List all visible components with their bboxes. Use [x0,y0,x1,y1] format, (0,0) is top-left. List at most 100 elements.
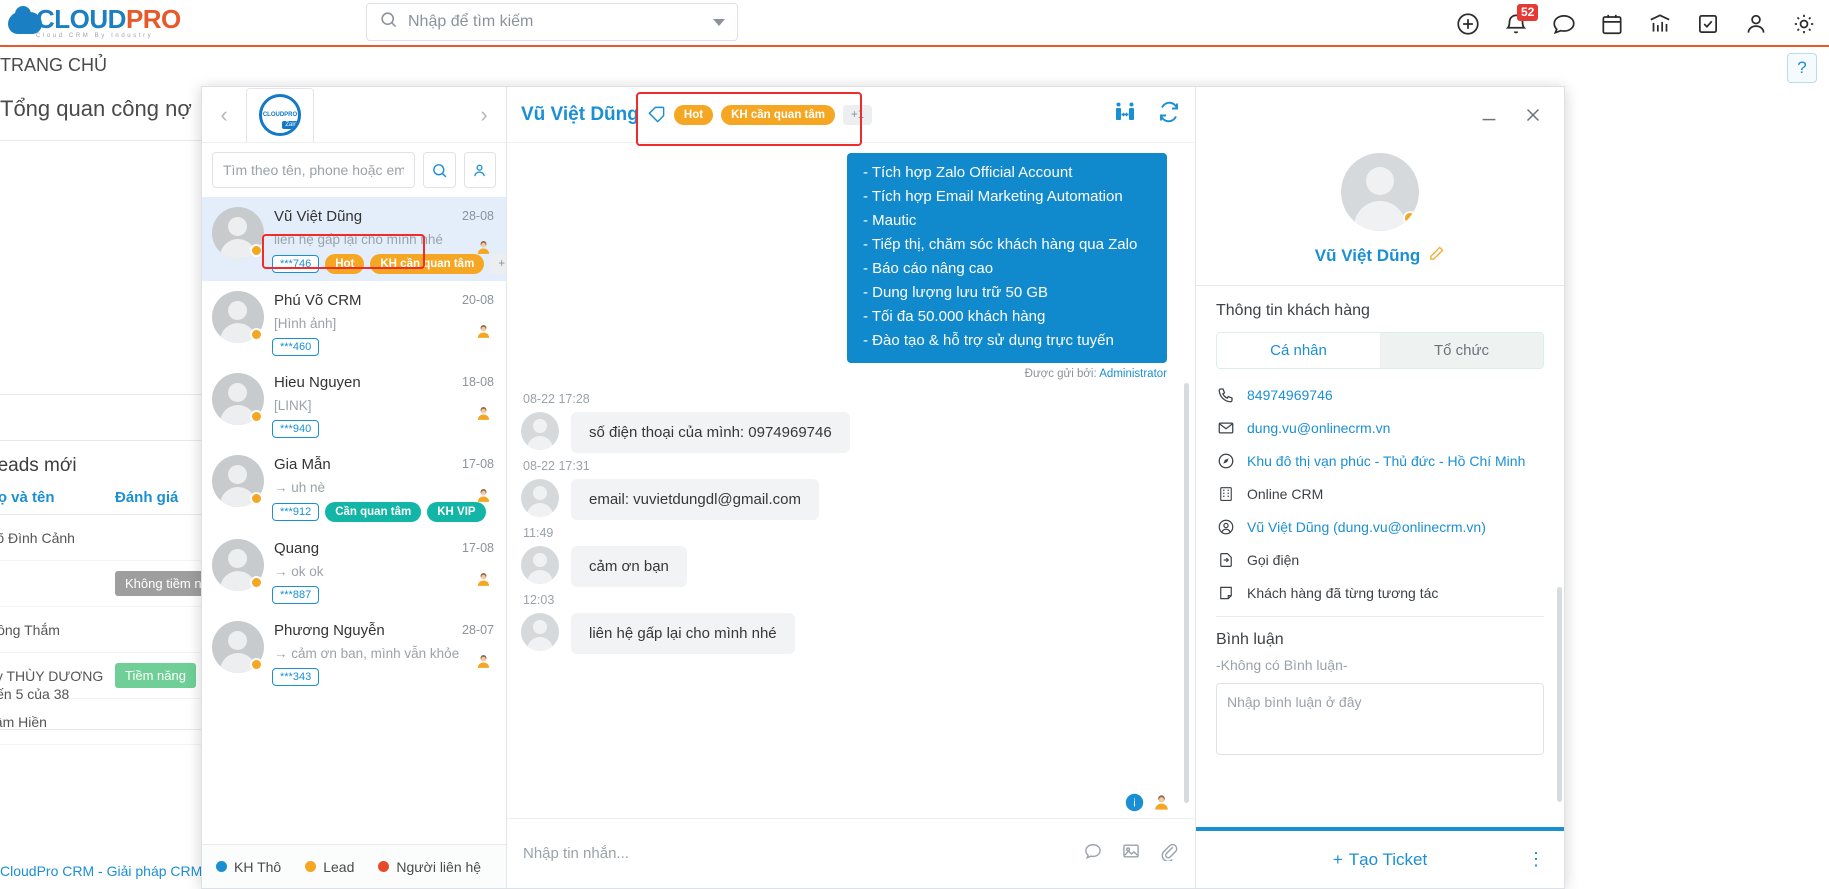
sent-by-label: Được gửi bởi: Administrator [521,368,1167,380]
message-scrollbar[interactable] [1184,383,1189,803]
list-item[interactable]: Phú Võ CRM [Hình ảnh] ***460 20-08 [202,281,506,363]
field-address[interactable]: Khu đô thị vạn phúc - Thủ đức - Hồ Chí M… [1216,451,1544,470]
prev-account-button[interactable]: ‹ [202,87,246,143]
phone-chip[interactable]: ***887 [272,586,320,604]
field-call[interactable]: Gọi điện [1216,550,1544,569]
contact-tag-row: ***746 Hot KH cần quan tâm +1 [272,254,506,274]
comment-section-title: Bình luận [1216,631,1284,648]
gear-icon[interactable] [1791,11,1817,37]
avatar [521,613,559,651]
message-list[interactable]: - Tích hợp Zalo Official Account - Tích … [507,143,1195,818]
tab-to-chuc[interactable]: Tổ chức [1380,333,1543,368]
section-title: Thông tin khách hàng [1216,302,1370,319]
emoji-icon[interactable] [1083,841,1103,866]
add-person-icon[interactable] [463,152,496,188]
next-account-button[interactable]: › [462,87,506,143]
comment-input[interactable] [1216,683,1544,755]
info-scrollbar[interactable] [1557,587,1562,802]
app-logo[interactable]: CLOUDPRO Cloud CRM By Industry [8,5,181,39]
info-icon[interactable]: i [1125,793,1144,812]
phone-value[interactable]: 84974969746 [1247,387,1333,403]
sent-by-name[interactable]: Administrator [1099,368,1167,380]
table-row[interactable]: Không tiềm năng [0,561,235,607]
tag-hot[interactable]: Hot [325,254,365,274]
chat-bubble-icon[interactable] [1551,11,1577,37]
field-phone[interactable]: 84974969746 [1216,385,1544,404]
calendar-icon[interactable] [1599,11,1625,37]
chevron-down-icon[interactable] [713,18,725,26]
attachment-icon[interactable] [1159,841,1179,866]
list-item[interactable]: Vũ Việt Dũng liên hệ gấp lại cho mình nh… [202,197,506,281]
table-row[interactable]: Lâm Hiền [0,699,235,745]
list-item[interactable]: Gia Mẫn → uh nè ***912 Cần quan tâm KH V… [202,445,506,529]
close-icon[interactable] [1522,104,1544,126]
tag-more-count[interactable]: +1 [490,254,506,274]
building-icon [1216,484,1235,503]
contact-list[interactable]: Vũ Việt Dũng liên hệ gấp lại cho mình nh… [202,197,506,844]
call-out-icon [1216,550,1235,569]
table-row[interactable]: Hồng Thắm [0,607,235,653]
chart-icon[interactable] [1647,11,1673,37]
email-value[interactable]: dung.vu@onlinecrm.vn [1247,420,1390,436]
list-item[interactable]: Hieu Nguyen [LINK] ***940 18-08 [202,363,506,445]
avatar [1341,153,1419,231]
phone-chip[interactable]: ***912 [272,503,320,521]
conv-tag-attention[interactable]: KH cần quan tâm [721,104,835,125]
tag-attention[interactable]: KH cần quan tâm [370,254,485,274]
contact-tag-row: ***887 [272,586,496,604]
add-circle-icon[interactable] [1455,11,1481,37]
divider [1216,616,1544,617]
owner-value[interactable]: Vũ Việt Dũng (dung.vu@onlinecrm.vn) [1247,519,1486,535]
phone-icon [1216,385,1235,404]
phone-chip[interactable]: ***746 [272,255,320,273]
address-value[interactable]: Khu đô thị vạn phúc - Thủ đức - Hồ Chí M… [1247,453,1525,469]
breadcrumb[interactable]: TRANG CHỦ [0,55,107,76]
search-input[interactable] [408,13,713,31]
list-item[interactable]: Phương Nguyễn → cảm ơn ban, mình vẫn khỏ… [202,611,506,693]
minimize-icon[interactable] [1478,104,1500,126]
conv-tag-hot[interactable]: Hot [673,104,714,125]
conversation-header-icons [1113,100,1181,129]
bell-icon[interactable]: 52 [1503,3,1539,37]
conv-tag-more[interactable]: +1 [843,104,873,125]
zalo-account-tab[interactable]: CLOUDPRO Zalo [246,87,314,142]
phone-chip[interactable]: ***940 [272,420,320,438]
agent-avatar-icon [475,571,492,588]
user-icon[interactable] [1743,11,1769,37]
cloud-icon [8,5,42,34]
conversation-header: Vũ Việt Dũng Hot KH cần quan tâm +1 [507,87,1195,143]
create-ticket-button[interactable]: + Tạo Ticket [1333,850,1427,870]
status-dot-lead [1403,211,1417,225]
phone-chip[interactable]: ***460 [272,338,320,356]
image-icon[interactable] [1121,841,1141,866]
tag-icon[interactable] [647,105,666,124]
field-email[interactable]: dung.vu@onlinecrm.vn [1216,418,1544,437]
agent-avatar-icon [475,405,492,422]
legend-dot-red [378,861,390,872]
contact-search-input[interactable] [212,152,415,188]
field-owner[interactable]: Vũ Việt Dũng (dung.vu@onlinecrm.vn) [1216,517,1544,536]
refresh-icon[interactable] [1157,100,1181,129]
avatar [212,291,264,343]
checkbox-icon[interactable] [1695,11,1721,37]
global-search[interactable] [366,3,738,41]
table-row[interactable]: Võ Đình Cảnh [0,515,235,561]
composer-input[interactable] [523,845,1083,862]
tab-ca-nhan[interactable]: Cá nhân [1217,333,1380,368]
legend-label: KH Thô [234,858,282,875]
assign-agent-icon[interactable] [1113,100,1137,129]
tag-vip[interactable]: KH VIP [427,502,486,522]
tag-attention[interactable]: Cần quan tâm [325,502,422,522]
more-vertical-icon[interactable]: ⋮ [1527,849,1546,870]
pencil-icon[interactable] [1428,245,1445,267]
contact-search-row [202,143,506,197]
incoming-message-bubble: liên hệ gấp lại cho mình nhé [571,613,795,654]
status-dot-lead [250,410,263,423]
call-value[interactable]: Gọi điện [1247,552,1299,568]
list-item[interactable]: Quang → ok ok ***887 17-08 [202,529,506,611]
app-footer: CloudPro CRM - Giải pháp CRM [0,863,203,879]
phone-chip[interactable]: ***343 [272,668,320,686]
search-submit-icon[interactable] [423,152,456,188]
help-button[interactable]: ? [1787,53,1817,83]
message-composer [507,818,1195,888]
